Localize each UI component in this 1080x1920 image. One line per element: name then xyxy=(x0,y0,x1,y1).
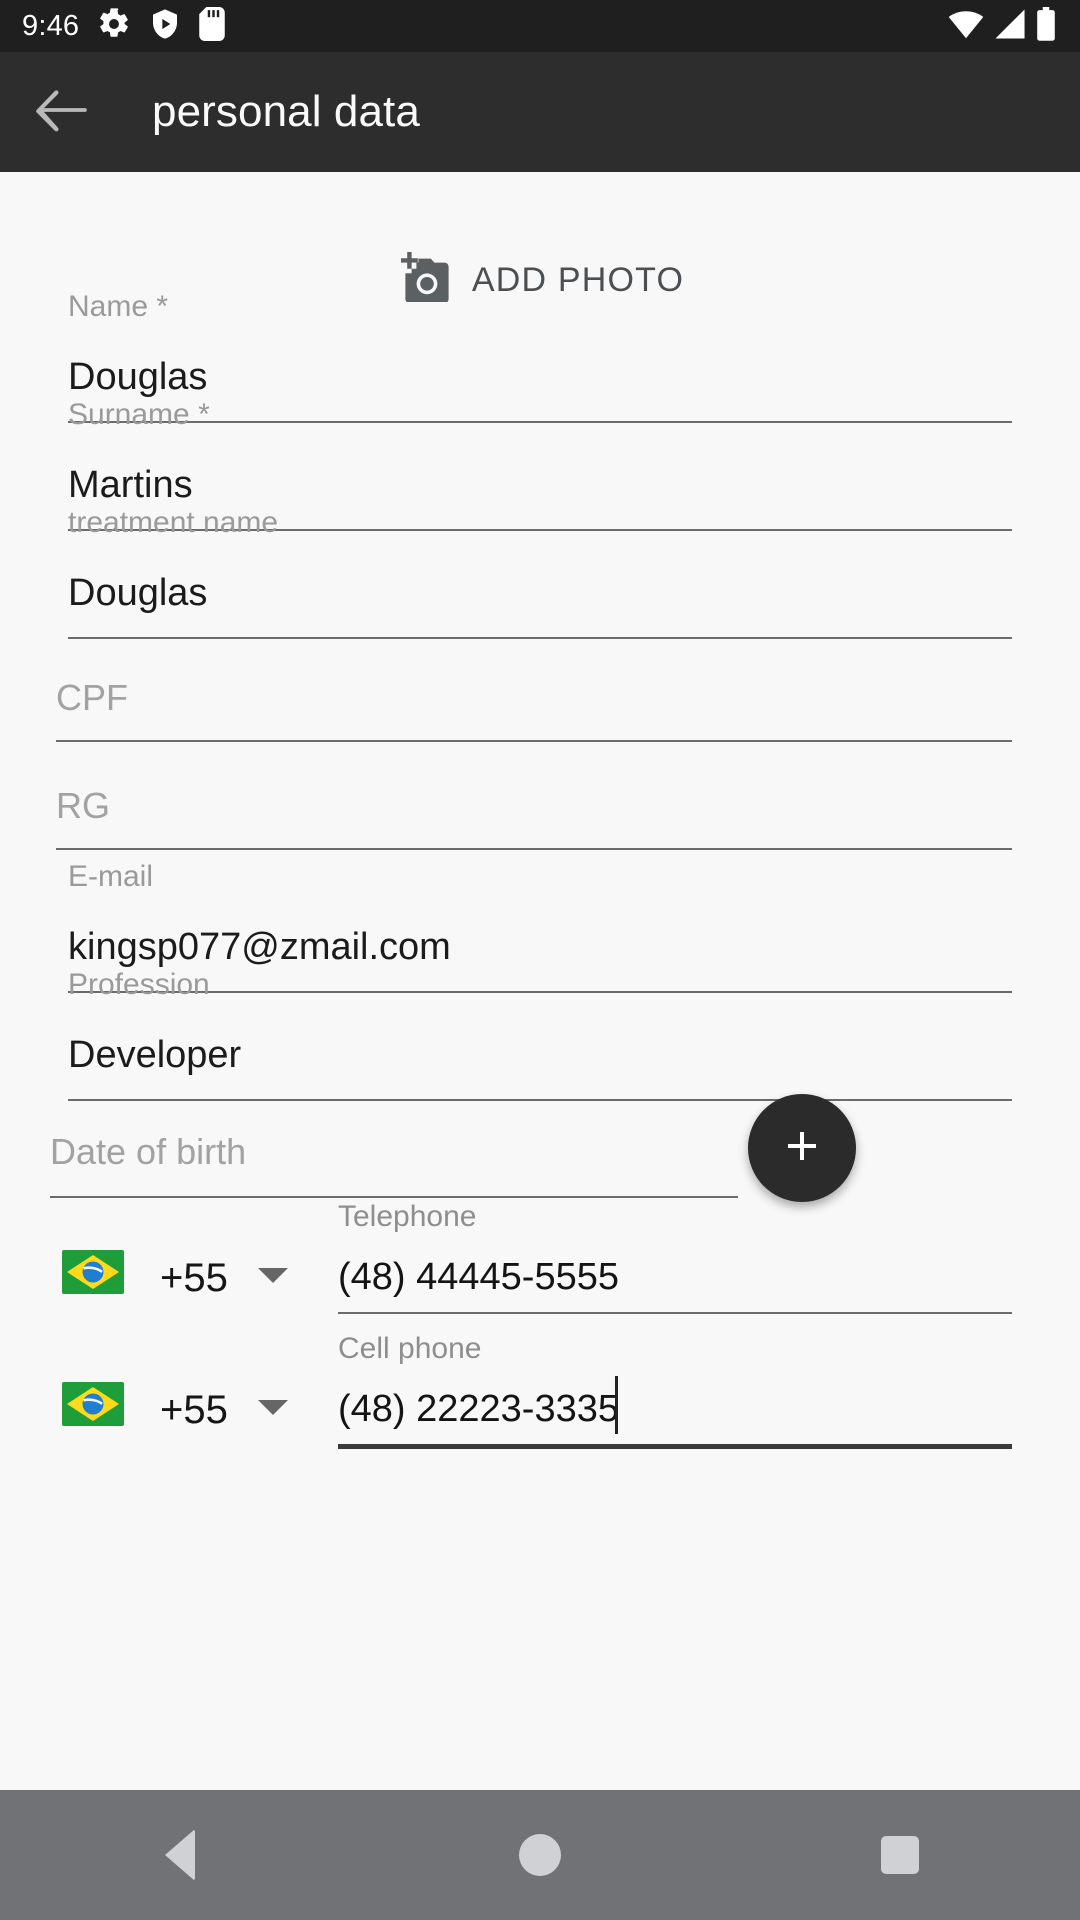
nav-back-button[interactable] xyxy=(0,1790,360,1920)
wifi-icon xyxy=(948,9,984,44)
telephone-row: +55 Telephone (48) 44445-5555 xyxy=(0,1188,1080,1320)
battery-icon xyxy=(1036,6,1056,46)
field-profession-underline xyxy=(68,1099,1012,1101)
nav-recents-button[interactable] xyxy=(720,1790,1080,1920)
cell-phone-value[interactable]: (48) 22223-3335 xyxy=(338,1390,619,1428)
field-name-label: Name * xyxy=(68,290,169,323)
recents-square-icon xyxy=(881,1836,919,1874)
field-treatment-name-value: Douglas xyxy=(68,572,208,614)
telephone-label: Telephone xyxy=(338,1200,477,1233)
brazil-flag-icon xyxy=(62,1382,124,1426)
status-bar-right xyxy=(948,6,1056,46)
sd-card-icon xyxy=(199,6,225,46)
plus-icon xyxy=(778,1122,826,1175)
field-rg[interactable]: RG xyxy=(56,788,1012,850)
field-name-value: Douglas xyxy=(68,356,208,398)
back-arrow-icon xyxy=(33,87,87,138)
field-treatment-name-underline xyxy=(68,637,1012,639)
telephone-chevron-down-icon[interactable] xyxy=(258,1268,288,1283)
cellular-signal-icon xyxy=(994,8,1026,44)
telephone-country-code[interactable]: +55 xyxy=(160,1258,228,1298)
play-protect-shield-icon xyxy=(149,7,181,46)
field-cpf-placeholder: CPF xyxy=(56,677,128,718)
status-bar-left: 9:46 xyxy=(22,6,948,46)
cell-phone-country-code[interactable]: +55 xyxy=(160,1390,228,1430)
field-surname-label: Surname * xyxy=(68,398,210,431)
field-profession[interactable]: Profession Developer xyxy=(68,970,1012,1101)
field-rg-underline xyxy=(56,848,1012,850)
home-circle-icon xyxy=(519,1834,561,1876)
gear-icon xyxy=(97,7,131,46)
telephone-underline xyxy=(338,1312,1012,1314)
field-cpf[interactable]: CPF xyxy=(56,680,1012,742)
field-email-label: E-mail xyxy=(68,860,154,893)
field-email-value: kingsp077@zmail.com xyxy=(68,926,451,968)
cell-phone-underline xyxy=(338,1444,1012,1449)
status-bar: 9:46 xyxy=(0,0,1080,52)
field-profession-value: Developer xyxy=(68,1034,242,1076)
android-navigation-bar xyxy=(0,1790,1080,1920)
field-date-of-birth-placeholder: Date of birth xyxy=(50,1131,247,1172)
field-profession-label: Profession xyxy=(68,968,210,1001)
cell-phone-chevron-down-icon[interactable] xyxy=(258,1400,288,1415)
nav-home-button[interactable] xyxy=(360,1790,720,1920)
add-button-fab[interactable] xyxy=(748,1094,856,1202)
cell-phone-row: +55 Cell phone (48) 22223-3335 xyxy=(0,1320,1080,1452)
field-treatment-name-label: treatment name xyxy=(68,506,279,539)
field-cpf-underline xyxy=(56,740,1012,742)
back-triangle-icon xyxy=(165,1829,195,1881)
cell-phone-label: Cell phone xyxy=(338,1332,482,1365)
back-navigation-button[interactable] xyxy=(0,52,120,172)
phone-screen: 9:46 personal data ADD PHOTO Name * Doug… xyxy=(0,0,1080,1920)
page-title: personal data xyxy=(152,87,420,136)
app-bar: personal data xyxy=(0,52,1080,172)
form-content: ADD PHOTO Name * Douglas Surname * Marti… xyxy=(0,172,1080,1790)
status-bar-clock: 9:46 xyxy=(22,9,80,42)
field-rg-placeholder: RG xyxy=(56,785,110,826)
field-treatment-name[interactable]: treatment name Douglas xyxy=(68,508,1012,639)
field-surname-value: Martins xyxy=(68,464,193,506)
brazil-flag-icon xyxy=(62,1250,124,1294)
text-input-cursor xyxy=(615,1376,618,1434)
telephone-value[interactable]: (48) 44445-5555 xyxy=(338,1258,619,1296)
